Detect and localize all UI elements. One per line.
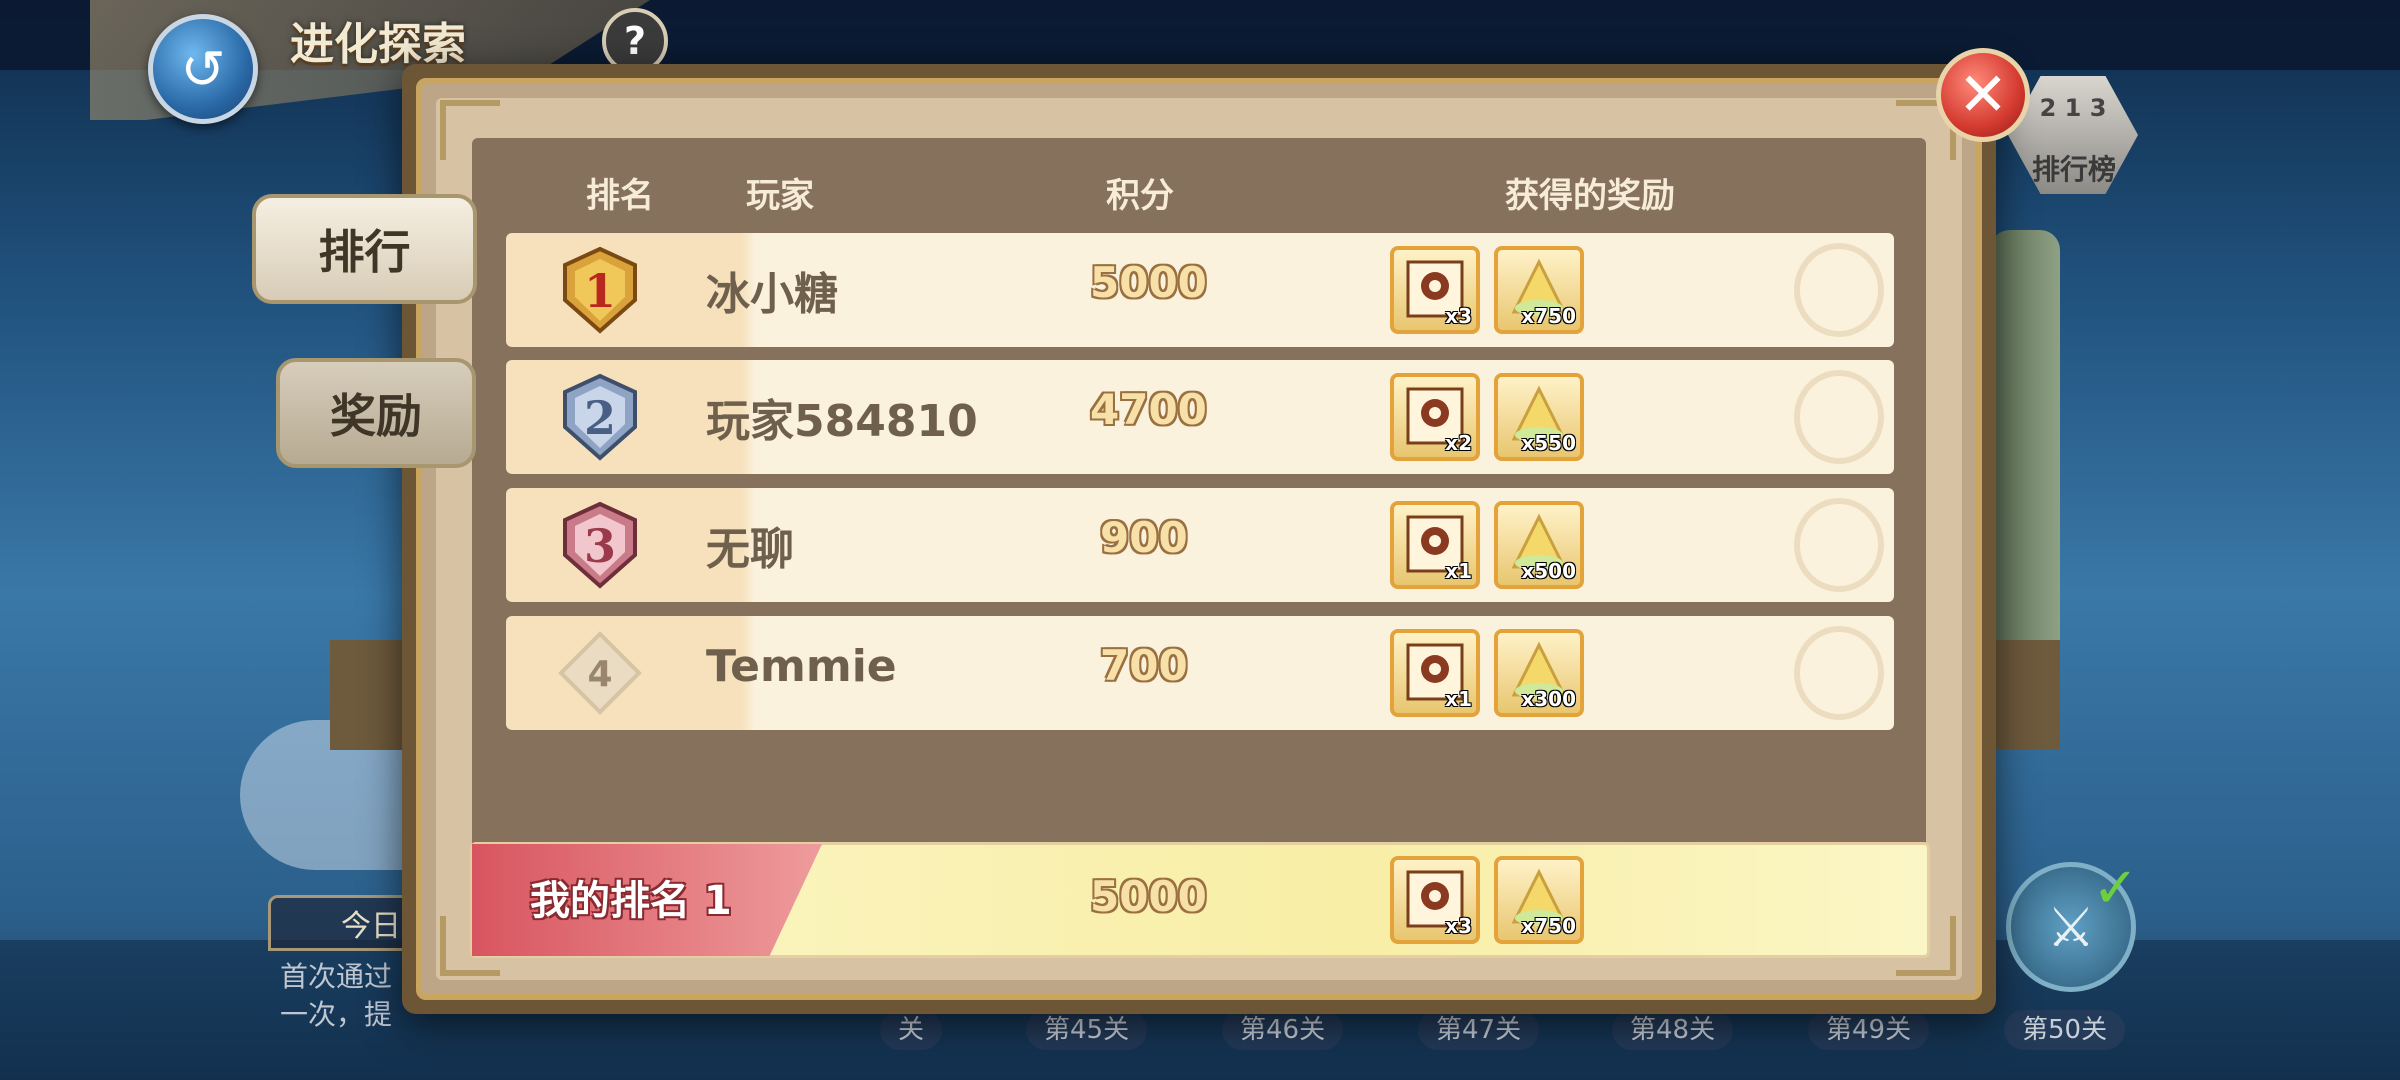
rank-number: 3: [584, 519, 616, 573]
reward-item[interactable]: x3: [1390, 246, 1480, 334]
score-value: 4700: [1090, 385, 1207, 434]
row-ornament: [1794, 370, 1884, 464]
column-header-player: 玩家: [746, 176, 814, 216]
column-header-score: 积分: [1106, 176, 1174, 216]
player-name: 玩家584810: [706, 396, 978, 447]
crossed-swords-icon: ⚔: [2046, 895, 2096, 959]
stage-label[interactable]: 第47关: [1418, 1010, 1540, 1050]
stage-label[interactable]: 第46关: [1222, 1010, 1344, 1050]
reward-item[interactable]: x3: [1390, 856, 1480, 944]
my-rank-label: 我的排名 1: [530, 878, 732, 924]
reward-count: x750: [1521, 914, 1576, 938]
reward-item[interactable]: x550: [1494, 373, 1584, 461]
rank-number: 4: [587, 654, 612, 695]
player-name: 无聊: [706, 524, 794, 575]
reward-item[interactable]: x300: [1494, 629, 1584, 717]
reward-item[interactable]: x1: [1390, 501, 1480, 589]
reward-count: x500: [1521, 559, 1576, 583]
stage-label[interactable]: 第50关: [2004, 1010, 2126, 1050]
leaderboard-label: 排行榜: [2031, 153, 2116, 186]
my-score-value: 5000: [1090, 872, 1207, 921]
close-button[interactable]: ✕: [1936, 48, 2030, 142]
rank-diamond-icon: 4: [558, 631, 642, 715]
player-name: Temmie: [706, 641, 897, 692]
rank-number: 2: [584, 391, 616, 445]
score-value: 5000: [1090, 258, 1207, 307]
reward-item[interactable]: x2: [1390, 373, 1480, 461]
column-header-rewards: 获得的奖励: [1505, 176, 1675, 216]
stage-label[interactable]: 第49关: [1808, 1010, 1930, 1050]
reward-count: x300: [1521, 687, 1576, 711]
page-title: 进化探索: [290, 19, 466, 70]
back-button[interactable]: ↺: [148, 14, 258, 124]
reward-item[interactable]: x1: [1390, 629, 1480, 717]
podium-icon: 2 1 3: [2039, 94, 2107, 122]
reward-count: x1: [1445, 687, 1472, 711]
reward-count: x750: [1521, 304, 1576, 328]
reward-item[interactable]: x500: [1494, 501, 1584, 589]
score-value: 700: [1100, 641, 1188, 690]
row-ornament: [1794, 498, 1884, 592]
close-icon: ✕: [1957, 60, 2009, 130]
reward-count: x3: [1445, 304, 1472, 328]
row-ornament: [1794, 626, 1884, 720]
reward-count: x1: [1445, 559, 1472, 583]
reward-item[interactable]: x750: [1494, 856, 1584, 944]
stage-label[interactable]: 第45关: [1026, 1010, 1148, 1050]
bronze-medal-icon: 3: [563, 501, 637, 589]
player-name: 冰小糖: [706, 269, 838, 320]
reward-count: x2: [1445, 431, 1472, 455]
reward-count: x3: [1445, 914, 1472, 938]
stage-label[interactable]: 关: [880, 1010, 943, 1050]
checkmark-icon: ✓: [2092, 856, 2139, 921]
reward-item[interactable]: x750: [1494, 246, 1584, 334]
stage-label[interactable]: 第48关: [1612, 1010, 1734, 1050]
tab-rewards[interactable]: 奖励: [276, 358, 476, 468]
rank-number: 1: [584, 264, 616, 318]
tab-ranking[interactable]: 排行: [252, 194, 477, 304]
back-arrow-icon: ↺: [180, 37, 226, 101]
reward-count: x550: [1521, 431, 1576, 455]
row-ornament: [1794, 243, 1884, 337]
column-header-rank: 排名: [586, 176, 654, 216]
gold-medal-icon: 1: [563, 246, 637, 334]
score-value: 900: [1100, 513, 1188, 562]
today-tab[interactable]: 今日: [268, 895, 418, 951]
silver-medal-icon: 2: [563, 373, 637, 461]
